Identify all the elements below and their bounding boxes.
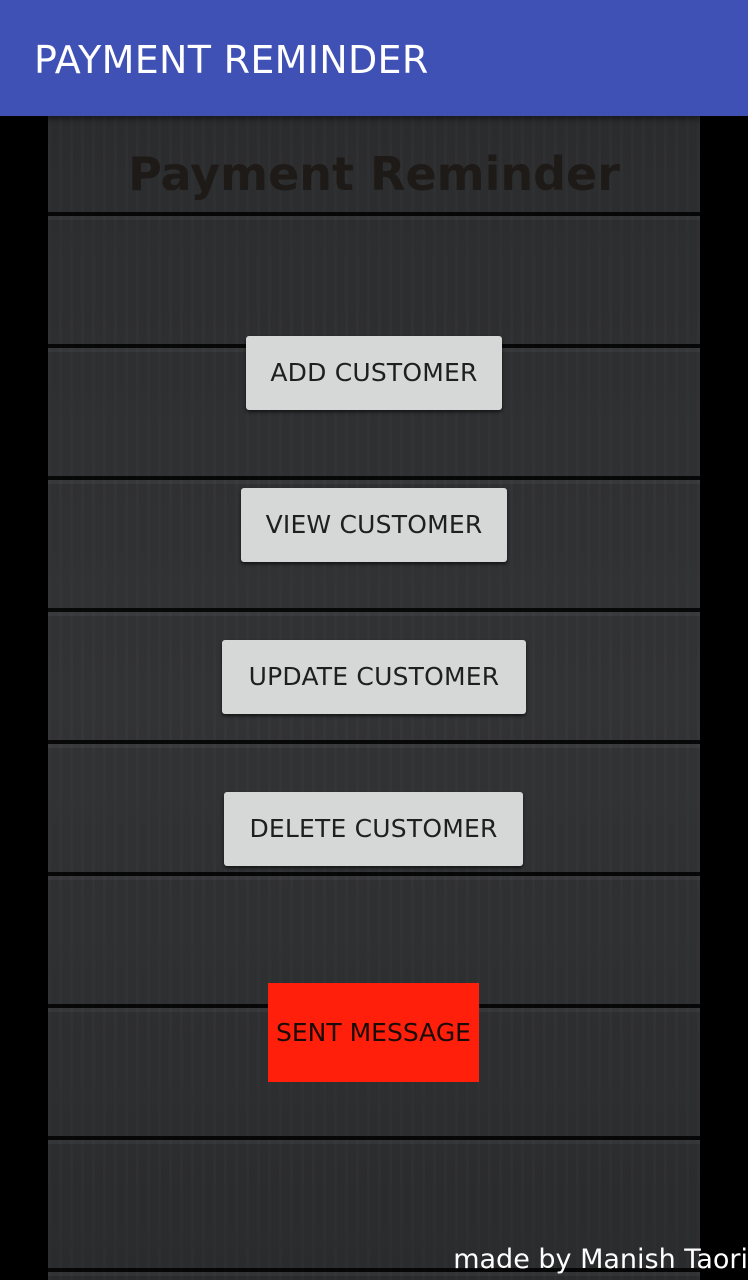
- page-heading: Payment Reminder: [128, 147, 620, 201]
- wood-background: Payment Reminder ADD CUSTOMER VIEW CUSTO…: [48, 116, 700, 1280]
- delete-customer-button[interactable]: DELETE CUSTOMER: [224, 792, 523, 866]
- main-content: Payment Reminder ADD CUSTOMER VIEW CUSTO…: [0, 116, 748, 1280]
- update-customer-button[interactable]: UPDATE CUSTOMER: [222, 640, 526, 714]
- app-bar: PAYMENT REMINDER: [0, 0, 748, 116]
- author-credit: made by Manish Taori: [453, 1244, 748, 1275]
- view-customer-button[interactable]: VIEW CUSTOMER: [241, 488, 507, 562]
- add-customer-button[interactable]: ADD CUSTOMER: [246, 336, 502, 410]
- app-title: PAYMENT REMINDER: [34, 38, 429, 82]
- sent-message-button[interactable]: SENT MESSAGE: [268, 983, 479, 1082]
